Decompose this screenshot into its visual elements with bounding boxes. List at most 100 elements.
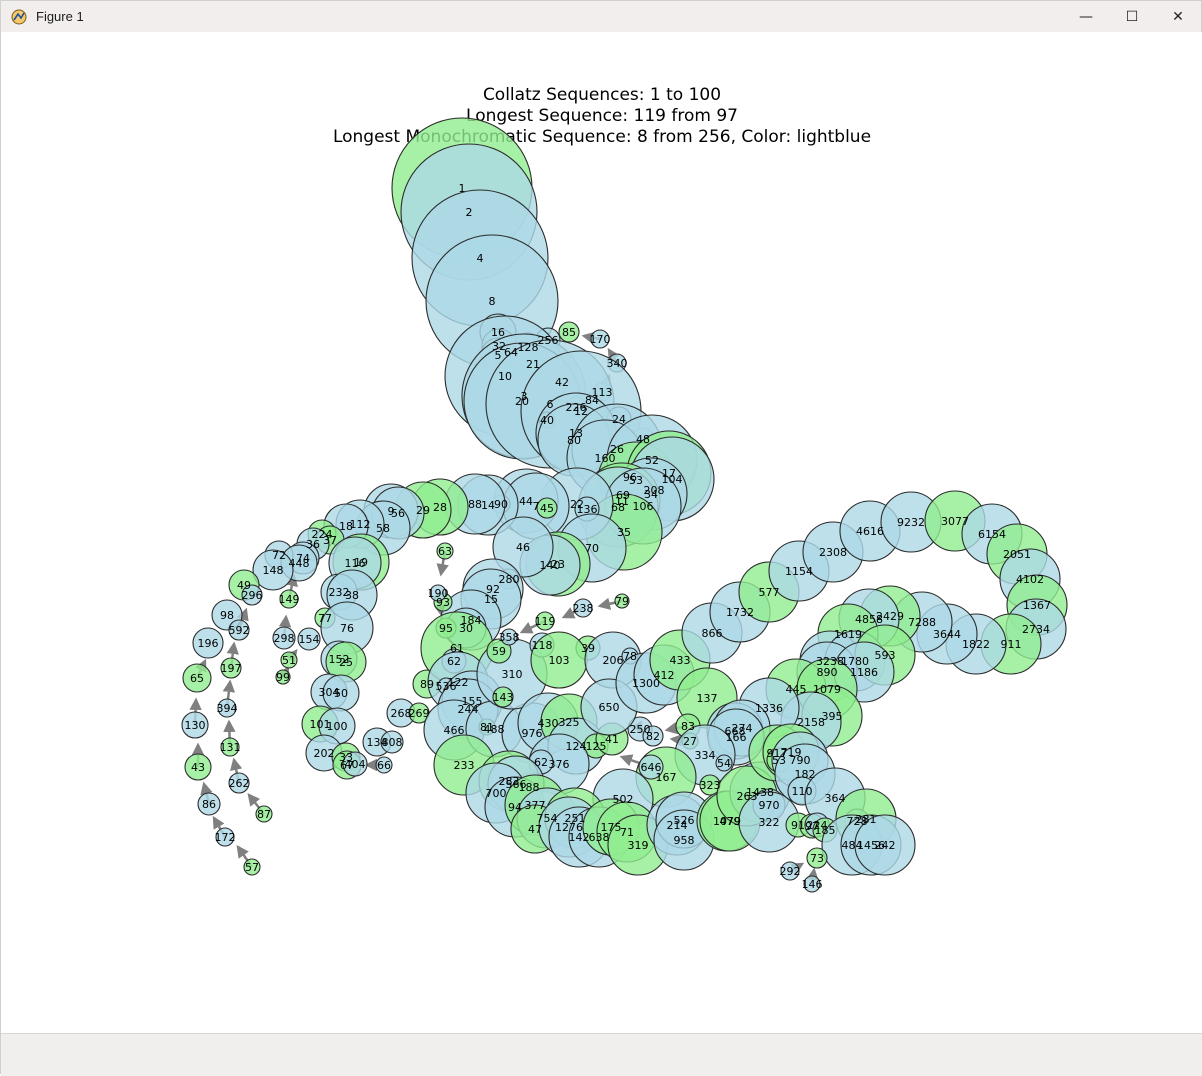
node-label-592: 592	[229, 624, 250, 637]
node-label-50: 50	[334, 687, 348, 700]
node-label-65: 65	[190, 672, 204, 685]
node-label-445: 445	[786, 683, 807, 696]
node-label-1154: 1154	[785, 565, 813, 578]
node-label-70: 70	[585, 542, 599, 555]
node-label-536: 536	[436, 680, 457, 693]
node-label-185: 185	[815, 824, 836, 837]
node-label-4616: 4616	[856, 525, 884, 538]
node-label-170: 170	[590, 333, 611, 346]
node-label-83: 83	[681, 720, 695, 733]
node-label-63: 63	[438, 545, 452, 558]
node-label-958: 958	[674, 834, 695, 847]
node-label-196: 196	[198, 637, 219, 650]
node-label-29: 29	[416, 504, 430, 517]
node-label-175: 175	[601, 821, 622, 834]
node-label-1: 1	[459, 182, 466, 195]
node-label-24: 24	[612, 413, 626, 426]
node-label-35: 35	[617, 526, 631, 539]
node-label-334: 334	[695, 749, 716, 762]
node-label-39: 39	[581, 642, 595, 655]
node-label-466: 466	[444, 724, 465, 737]
node-label-44: 44	[519, 495, 533, 508]
node-label-25: 25	[339, 656, 353, 669]
node-label-136: 136	[577, 503, 598, 516]
node-label-160: 160	[595, 452, 616, 465]
node-label-1822: 1822	[962, 638, 990, 651]
node-label-21: 21	[526, 358, 540, 371]
minimize-button[interactable]: —	[1063, 1, 1109, 32]
node-label-40: 40	[540, 414, 554, 427]
node-label-20: 20	[515, 395, 529, 408]
status-bar	[1, 1033, 1202, 1076]
node-label-104: 104	[662, 473, 683, 486]
node-label-325: 325	[559, 716, 580, 729]
node-label-172: 172	[215, 831, 236, 844]
node-label-238: 238	[573, 602, 594, 615]
node-label-100: 100	[327, 720, 348, 733]
node-label-87: 87	[257, 808, 271, 821]
node-label-124: 124	[566, 740, 587, 753]
node-label-76: 76	[340, 622, 354, 635]
node-label-106: 106	[633, 500, 654, 513]
matplotlib-figure-icon	[11, 9, 27, 24]
node-label-59: 59	[492, 645, 506, 658]
node-label-650: 650	[599, 701, 620, 714]
node-label-16: 16	[491, 326, 505, 339]
node-label-148: 148	[263, 564, 284, 577]
node-label-73: 73	[810, 852, 824, 865]
title-bar[interactable]: Figure 1 — ☐ ✕	[1, 1, 1201, 32]
node-label-1079: 1079	[813, 683, 841, 696]
node-label-7: 7	[533, 500, 540, 513]
node-label-125: 125	[586, 740, 607, 753]
node-label-143: 143	[493, 691, 514, 704]
node-label-61: 61	[450, 642, 464, 655]
node-label-56: 56	[391, 507, 405, 520]
node-label-9232: 9232	[897, 516, 925, 529]
figure-canvas[interactable]: Collatz Sequences: 1 to 100 Longest Sequ…	[2, 32, 1202, 1033]
node-label-103: 103	[549, 654, 570, 667]
window-title: Figure 1	[36, 9, 84, 24]
node-label-62: 62	[447, 655, 461, 668]
node-label-131: 131	[220, 741, 241, 754]
node-label-8: 8	[489, 295, 496, 308]
node-label-2158: 2158	[797, 716, 825, 729]
node-label-700: 700	[486, 787, 507, 800]
close-button[interactable]: ✕	[1155, 1, 1201, 32]
node-label-3644: 3644	[933, 628, 961, 641]
node-label-1619: 1619	[834, 628, 862, 641]
node-label-4102: 4102	[1016, 573, 1044, 586]
node-label-45: 45	[540, 502, 554, 515]
node-label-62: 62	[534, 756, 548, 769]
node-label-412: 412	[654, 669, 675, 682]
node-label-14: 14	[481, 499, 495, 512]
node-label-94: 94	[508, 801, 522, 814]
node-label-71: 71	[620, 826, 634, 839]
node-label-72: 72	[272, 549, 286, 562]
node-label-448: 448	[289, 557, 310, 570]
node-label-377: 377	[525, 799, 546, 812]
node-label-488: 488	[484, 723, 505, 736]
node-label-4858: 4858	[855, 613, 883, 626]
node-label-322: 322	[759, 816, 780, 829]
node-label-166: 166	[726, 731, 747, 744]
node-label-202: 202	[314, 747, 335, 760]
node-label-866: 866	[702, 627, 723, 640]
node-label-3077: 3077	[941, 515, 969, 528]
node-label-146: 146	[802, 878, 823, 891]
node-label-5: 5	[495, 349, 502, 362]
node-label-430: 430	[538, 717, 559, 730]
node-label-2308: 2308	[819, 546, 847, 559]
node-label-82: 82	[646, 730, 660, 743]
node-label-394: 394	[217, 702, 238, 715]
node-label-119: 119	[535, 615, 556, 628]
maximize-button[interactable]: ☐	[1109, 1, 1155, 32]
node-label-256: 256	[538, 334, 559, 347]
node-label-206: 206	[603, 654, 624, 667]
node-label-88: 88	[468, 498, 482, 511]
node-label-911: 911	[1001, 638, 1022, 651]
node-label-593: 593	[875, 649, 896, 662]
node-label-140: 140	[540, 559, 561, 572]
node-label-281: 281	[856, 813, 877, 826]
node-label-86: 86	[202, 798, 216, 811]
node-label-154: 154	[299, 633, 320, 646]
